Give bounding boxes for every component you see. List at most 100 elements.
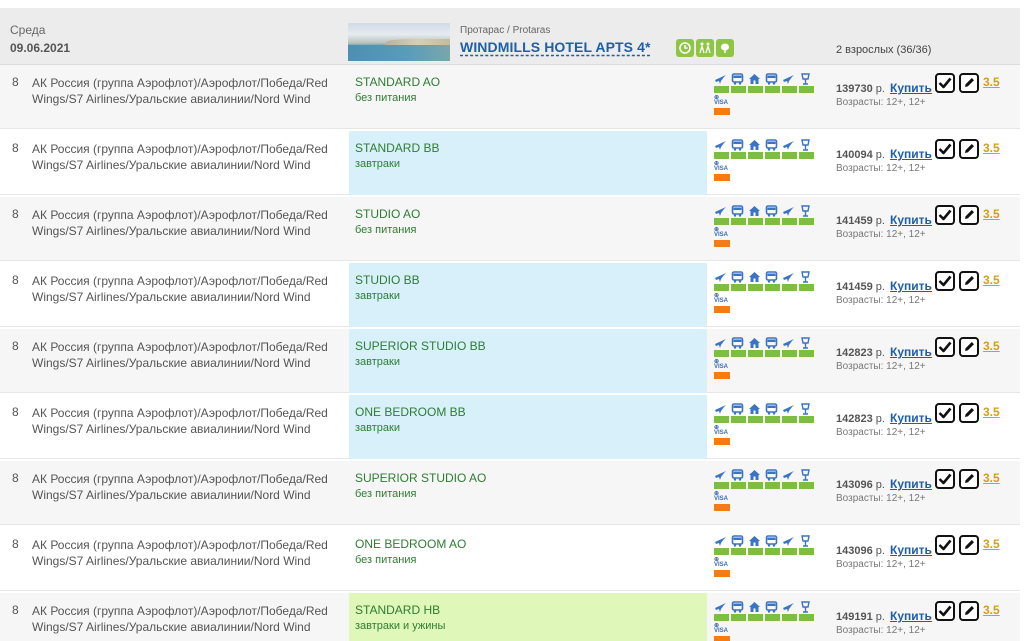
insurance-icon [799, 271, 813, 283]
plane-icon [782, 601, 796, 613]
row-actions: 3.5 [935, 337, 1000, 357]
bus-icon [731, 403, 745, 415]
meal-plan: завтраки [355, 422, 400, 434]
rating-link[interactable]: 3.5 [983, 603, 1000, 617]
edit-icon[interactable] [959, 535, 979, 555]
hotel-icon [748, 271, 762, 283]
edit-icon[interactable] [959, 337, 979, 357]
airline-list: АК Россия (группа Аэрофлот)/Аэрофлот/Поб… [32, 538, 328, 568]
service-icons-line [714, 337, 814, 349]
nights-count: 8 [12, 141, 19, 155]
hotel-name-link[interactable]: WINDMILLS HOTEL APTS 4* [460, 39, 651, 55]
tour-results-table: Среда 09.06.2021 Протарас / Protaras WIN… [0, 8, 1020, 641]
visa-status-bar [714, 108, 730, 115]
meal-plan: без питания [355, 554, 417, 566]
edit-icon[interactable] [959, 403, 979, 423]
buy-link[interactable]: Купить [890, 147, 932, 161]
bus-icon [731, 337, 745, 349]
buy-link[interactable]: Купить [890, 411, 932, 425]
rating-link[interactable]: 3.5 [983, 471, 1000, 485]
price: 142823 р. Купить [836, 411, 932, 425]
service-icons: ⊕ VISA [714, 601, 814, 641]
bus-icon [765, 469, 779, 481]
hotel-photo[interactable] [348, 23, 450, 61]
rating-link[interactable]: 3.5 [983, 75, 1000, 89]
edit-icon[interactable] [959, 73, 979, 93]
bus-icon [765, 535, 779, 547]
price: 149191 р. Купить [836, 609, 932, 623]
rating-link[interactable]: 3.5 [983, 339, 1000, 353]
buy-link[interactable]: Купить [890, 279, 932, 293]
visa-status-bar [714, 372, 730, 379]
ages: Возрасты: 12+, 12+ [836, 163, 926, 174]
plane-icon [782, 73, 796, 85]
people-icon [696, 39, 714, 57]
buy-link[interactable]: Купить [890, 543, 932, 557]
edit-icon[interactable] [959, 205, 979, 225]
buy-link[interactable]: Купить [890, 477, 932, 491]
service-icons: ⊕ VISA [714, 271, 814, 313]
offer-row: 8 АК Россия (группа Аэрофлот)/Аэрофлот/П… [0, 593, 1020, 641]
bus-icon [731, 271, 745, 283]
checkmark-icon[interactable] [935, 205, 955, 225]
service-icons-line [714, 469, 814, 481]
room-cell: ONE BEDROOM BB завтраки [349, 395, 707, 459]
nights-count: 8 [12, 603, 19, 617]
edit-icon[interactable] [959, 601, 979, 621]
rating-link[interactable]: 3.5 [983, 207, 1000, 221]
bus-icon [765, 205, 779, 217]
bus-icon [731, 73, 745, 85]
checkmark-icon[interactable] [935, 73, 955, 93]
nights-count: 8 [12, 273, 19, 287]
bus-icon [731, 601, 745, 613]
rating-link[interactable]: 3.5 [983, 273, 1000, 287]
edit-icon[interactable] [959, 139, 979, 159]
edit-icon[interactable] [959, 271, 979, 291]
room-cell: ONE BEDROOM AO без питания [349, 527, 707, 591]
airline-list: АК Россия (группа Аэрофлот)/Аэрофлот/Поб… [32, 208, 328, 238]
offer-row: 8 АК Россия (группа Аэрофлот)/Аэрофлот/П… [0, 131, 1020, 195]
rating-link[interactable]: 3.5 [983, 537, 1000, 551]
checkmark-icon[interactable] [935, 337, 955, 357]
buy-link[interactable]: Купить [890, 213, 932, 227]
service-status-bars [714, 284, 814, 291]
service-status-bars [714, 416, 814, 423]
service-icons-line [714, 403, 814, 415]
offer-row: 8 АК Россия (группа Аэрофлот)/Аэрофлот/П… [0, 65, 1020, 129]
airline-list: АК Россия (группа Аэрофлот)/Аэрофлот/Поб… [32, 142, 328, 172]
hotel-header: Среда 09.06.2021 Протарас / Protaras WIN… [0, 8, 1020, 65]
edit-icon[interactable] [959, 469, 979, 489]
checkmark-icon[interactable] [935, 469, 955, 489]
checkmark-icon[interactable] [935, 139, 955, 159]
meal-plan: завтраки [355, 356, 400, 368]
meal-plan: без питания [355, 224, 417, 236]
ages: Возрасты: 12+, 12+ [836, 427, 926, 438]
plane-icon [782, 139, 796, 151]
service-icons-line [714, 139, 814, 151]
checkmark-icon[interactable] [935, 403, 955, 423]
rating-link[interactable]: 3.5 [983, 141, 1000, 155]
visa-icon: ⊕ VISA [714, 491, 729, 502]
visa-status-bar [714, 570, 730, 577]
price: 141459 р. Купить [836, 213, 932, 227]
room-cell: STUDIO BB завтраки [349, 263, 707, 327]
checkmark-icon[interactable] [935, 535, 955, 555]
buy-link[interactable]: Купить [890, 81, 932, 95]
bus-icon [731, 469, 745, 481]
service-status-bars [714, 614, 814, 621]
insurance-icon [799, 337, 813, 349]
buy-link[interactable]: Купить [890, 609, 932, 623]
insurance-icon [799, 601, 813, 613]
checkmark-icon[interactable] [935, 271, 955, 291]
ages: Возрасты: 12+, 12+ [836, 97, 926, 108]
clock-icon [676, 39, 694, 57]
ages: Возрасты: 12+, 12+ [836, 493, 926, 504]
buy-link[interactable]: Купить [890, 345, 932, 359]
room-cell: STANDARD AO без питания [349, 65, 707, 129]
service-status-bars [714, 548, 814, 555]
checkmark-icon[interactable] [935, 601, 955, 621]
service-icons: ⊕ VISA [714, 139, 814, 181]
service-icons-line [714, 73, 814, 85]
row-actions: 3.5 [935, 469, 1000, 489]
rating-link[interactable]: 3.5 [983, 405, 1000, 419]
